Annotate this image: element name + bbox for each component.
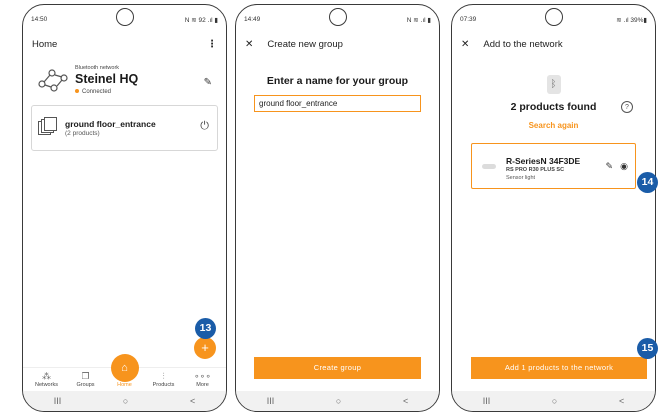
nav-more-label: More (196, 382, 209, 388)
nav-products-label: Products (152, 382, 175, 388)
product-model: RS PRO R30 PLUS SC (506, 167, 565, 173)
nav-more[interactable]: ∘∘∘ More (185, 368, 221, 391)
app-bar: ✕ Add to the network (452, 31, 655, 57)
network-type-label: Bluetooth network (75, 65, 120, 71)
edit-pencil-icon[interactable]: ✎ (605, 161, 613, 172)
system-navbar: III ○ < (236, 391, 439, 411)
bottom-navigation: ⁂ Networks ❐ Groups ⌂ Home ⫶ Products ∘∘… (23, 354, 226, 391)
close-icon[interactable]: ✕ (461, 39, 469, 50)
bluetooth-network-card[interactable]: Bluetooth network Steinel HQ Connected ✎ (37, 63, 212, 103)
edit-pencil-icon[interactable]: ✎ (204, 77, 212, 88)
nav-networks-label: Networks (35, 382, 58, 388)
status-icons: N ≋ 92 .ıl ▮ (184, 17, 218, 24)
status-time: 14:50 (31, 16, 48, 23)
phone-create-group-screen: 14:49 N ≋ .ıl ▮ ✕ Create new group Enter… (235, 4, 440, 412)
app-bar: Home ⋮ (23, 31, 226, 57)
add-fab-button[interactable]: + (194, 337, 216, 359)
group-product-count: (2 products) (65, 130, 100, 137)
more-dots-icon: ∘∘∘ (194, 371, 211, 381)
nav-products[interactable]: ⫶ Products (146, 368, 182, 391)
group-stack-icon (38, 117, 57, 135)
callout-badge-13: 13 (195, 318, 216, 339)
page-title: Create new group (267, 38, 343, 50)
close-icon[interactable]: ✕ (245, 39, 253, 50)
networks-icon: ⁂ (42, 371, 51, 381)
more-menu-icon[interactable]: ⋮ (207, 39, 217, 50)
help-icon[interactable]: ? (621, 101, 633, 113)
home-system-icon[interactable]: ○ (123, 396, 128, 406)
camera-notch (115, 8, 134, 26)
connection-status-text: Connected (82, 89, 112, 95)
products-icon: ⫶ (162, 371, 165, 381)
nav-networks[interactable]: ⁂ Networks (29, 368, 65, 391)
page-title: Home (32, 38, 58, 50)
sensor-light-icon (482, 164, 496, 169)
back-icon[interactable]: < (190, 396, 195, 406)
product-name: R-SeriesN 34F3DE (506, 156, 581, 166)
group-name: ground floor_entrance (65, 119, 156, 129)
product-type: Sensor light (506, 175, 536, 181)
group-name-prompt: Enter a name for your group (266, 75, 409, 87)
search-again-link[interactable]: Search again (452, 121, 655, 130)
camera-notch (328, 8, 347, 26)
status-icons: N ≋ .ıl ▮ (406, 17, 431, 24)
group-card[interactable]: ground floor_entrance (2 products) ⏻ (31, 105, 218, 151)
home-system-icon[interactable]: ○ (336, 396, 341, 406)
camera-notch (544, 8, 563, 26)
recents-icon[interactable]: III (54, 396, 62, 406)
groups-icon: ❐ (81, 371, 90, 381)
create-group-button[interactable]: Create group (254, 357, 421, 379)
group-name-input[interactable]: ground floor_entrance (254, 95, 421, 112)
back-icon[interactable]: < (403, 396, 408, 406)
back-icon[interactable]: < (619, 396, 624, 406)
identify-eye-icon[interactable]: ◉ (620, 161, 628, 172)
recents-icon[interactable]: III (483, 396, 491, 406)
phone-home-screen: 14:50 N ≋ 92 .ıl ▮ Home ⋮ Bluetooth netw… (22, 4, 227, 412)
status-dot-icon (75, 89, 79, 94)
callout-badge-15: 15 (637, 338, 658, 359)
status-time: 07:39 (460, 16, 477, 23)
home-icon: ⌂ (110, 354, 139, 382)
status-time: 14:49 (244, 16, 261, 23)
nav-home-label: Home (117, 382, 132, 388)
phone-add-to-network-screen: 07:39 ≋ .ıl 39%▮ ✕ Add to the network ᛒ … (451, 4, 656, 412)
product-card[interactable]: R-SeriesN 34F3DE RS PRO R30 PLUS SC Sens… (471, 143, 636, 189)
network-name: Steinel HQ (75, 72, 139, 86)
add-products-button[interactable]: Add 1 products to the network (471, 357, 647, 379)
callout-badge-14: 14 (637, 172, 658, 193)
nav-home[interactable]: ⌂ Home (107, 354, 143, 391)
recents-icon[interactable]: III (267, 396, 275, 406)
system-navbar: III ○ < (452, 391, 655, 411)
status-icons: ≋ .ıl 39%▮ (616, 17, 647, 24)
nav-groups-label: Groups (76, 382, 95, 388)
app-bar: ✕ Create new group (236, 31, 439, 57)
system-navbar: III ○ < (23, 391, 226, 411)
page-title: Add to the network (483, 38, 563, 50)
connection-status: Connected (75, 89, 111, 95)
power-icon[interactable]: ⏻ (200, 120, 209, 133)
bluetooth-icon: ᛒ (546, 75, 561, 94)
home-system-icon[interactable]: ○ (552, 396, 557, 406)
network-icon (38, 69, 68, 92)
nav-groups[interactable]: ❐ Groups (68, 368, 104, 391)
